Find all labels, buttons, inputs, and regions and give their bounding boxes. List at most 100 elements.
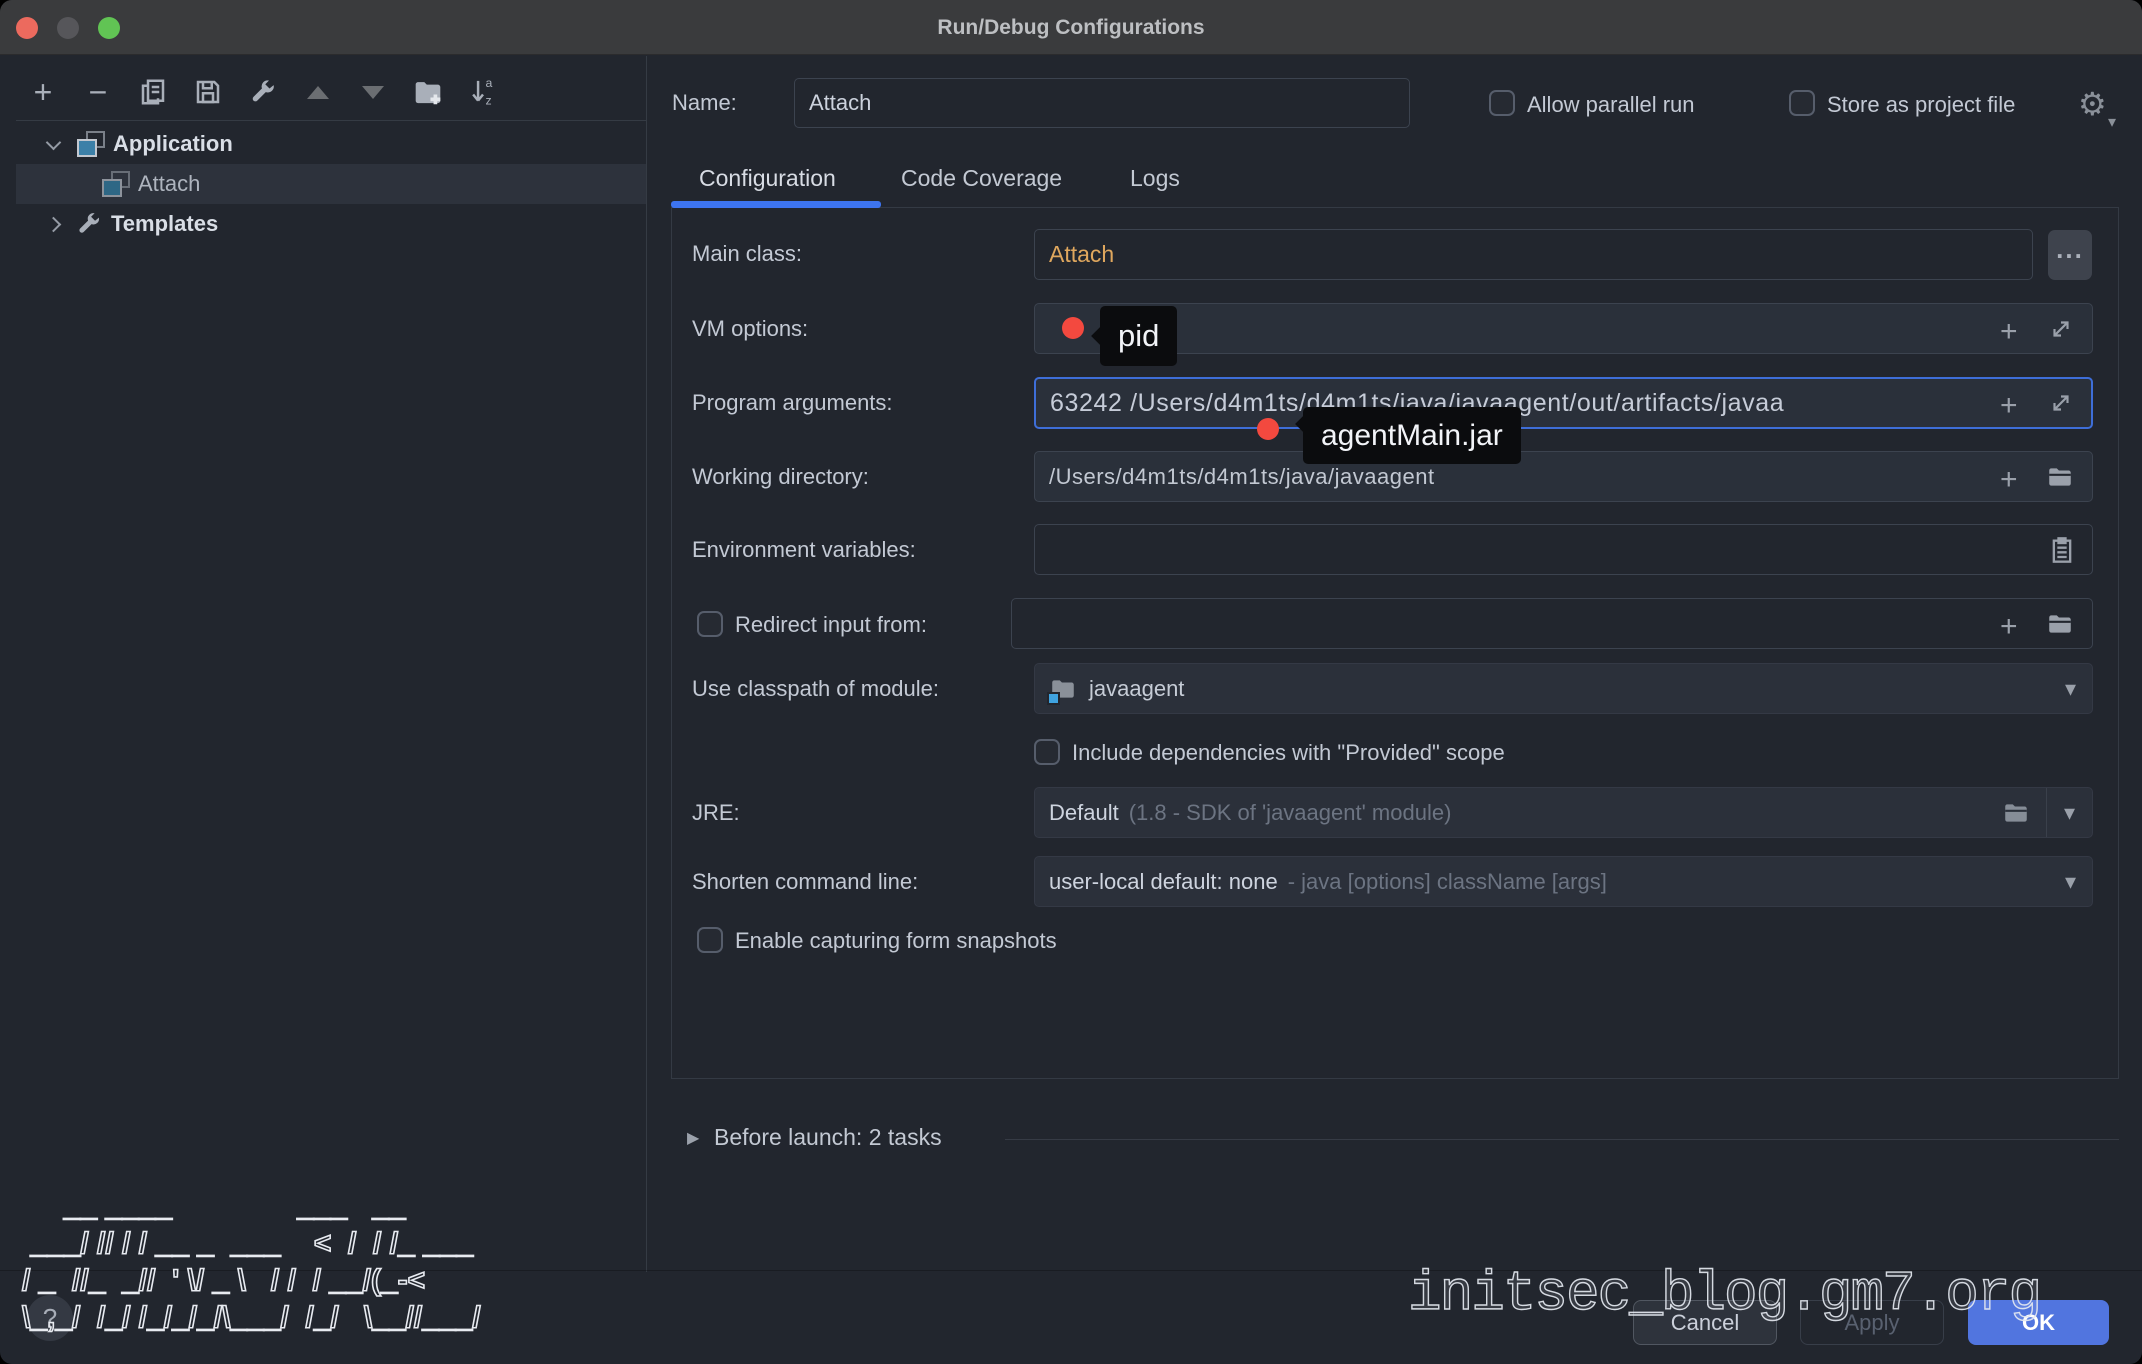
chevron-down-icon: ▾: [2065, 676, 2076, 702]
program-arguments-expand-icon[interactable]: [2048, 390, 2074, 416]
agentmain-tooltip: agentMain.jar: [1303, 407, 1521, 464]
tree-item-attach-selected[interactable]: Attach: [16, 164, 646, 204]
tree-item-application[interactable]: Application: [16, 124, 646, 164]
gear-caret-icon: ▾: [2108, 112, 2116, 132]
wrench-icon: [75, 210, 103, 238]
cancel-button[interactable]: Cancel: [1633, 1300, 1777, 1345]
jre-hint: (1.8 - SDK of 'javaagent' module): [1129, 800, 1452, 826]
copy-configuration-icon[interactable]: [134, 73, 172, 111]
module-folder-icon: [1049, 676, 1079, 702]
environment-variables-label: Environment variables:: [692, 537, 916, 563]
working-directory-add-icon[interactable]: +: [2000, 463, 2018, 497]
program-arguments-label: Program arguments:: [692, 390, 893, 416]
include-provided-checkbox[interactable]: [1034, 739, 1060, 765]
chevron-down-icon[interactable]: [46, 134, 62, 150]
vm-options-add-icon[interactable]: +: [2000, 315, 2018, 349]
agentmain-tooltip-text: agentMain.jar: [1321, 419, 1503, 453]
before-launch-divider: [1005, 1139, 2119, 1140]
include-provided-label: Include dependencies with "Provided" sco…: [1072, 740, 1505, 766]
jre-value: Default: [1049, 800, 1119, 826]
main-class-input[interactable]: Attach: [1034, 229, 2033, 280]
svg-text:z: z: [485, 93, 491, 107]
redirect-input-folder-icon[interactable]: [2046, 611, 2074, 637]
add-configuration-button[interactable]: +: [24, 73, 62, 111]
redirect-input-label: Redirect input from:: [735, 612, 927, 638]
chevron-right-icon[interactable]: [46, 216, 62, 232]
ok-button[interactable]: OK: [1968, 1300, 2109, 1345]
classpath-module-value: javaagent: [1089, 676, 1184, 702]
shorten-command-line-label: Shorten command line:: [692, 869, 918, 895]
working-directory-folder-icon[interactable]: [2046, 464, 2074, 490]
classpath-module-select[interactable]: javaagent ▾: [1034, 663, 2093, 714]
working-directory-label: Working directory:: [692, 464, 869, 490]
store-as-project-file-label: Store as project file: [1827, 92, 2015, 118]
save-configuration-icon[interactable]: [189, 73, 227, 111]
tab-code-coverage[interactable]: Code Coverage: [901, 155, 1062, 201]
main-class-label: Main class:: [692, 241, 802, 267]
jre-label: JRE:: [692, 800, 740, 826]
tree-item-templates[interactable]: Templates: [16, 204, 646, 244]
pid-tooltip-text: pid: [1118, 318, 1159, 354]
configurations-toolbar: + − az: [24, 66, 502, 118]
program-arguments-input[interactable]: 63242 /Users/d4m1ts/d4m1ts/java/javaagen…: [1034, 377, 2093, 429]
allow-parallel-run-label: Allow parallel run: [1527, 92, 1695, 118]
move-down-icon[interactable]: [354, 73, 392, 111]
vm-options-label: VM options:: [692, 316, 808, 342]
name-input[interactable]: Attach: [794, 78, 1410, 128]
redirect-input-field[interactable]: [1011, 598, 2093, 649]
move-up-icon[interactable]: [299, 73, 337, 111]
shorten-value: user-local default: none: [1049, 869, 1278, 895]
edit-templates-wrench-icon[interactable]: [244, 73, 282, 111]
shorten-hint: - java [options] className [args]: [1288, 869, 1607, 895]
before-launch-label[interactable]: Before launch: 2 tasks: [714, 1124, 942, 1151]
classpath-module-label: Use classpath of module:: [692, 676, 939, 702]
window-title: Run/Debug Configurations: [0, 0, 2142, 55]
run-debug-configurations-dialog: Run/Debug Configurations + − az Applicat…: [0, 0, 2142, 1364]
form-snapshots-checkbox[interactable]: [697, 927, 723, 953]
vm-options-annotation-dot: [1062, 317, 1084, 339]
name-label: Name:: [672, 90, 737, 116]
apply-button[interactable]: Apply: [1800, 1300, 1944, 1345]
sidebar-divider: [646, 56, 647, 1272]
store-options-gear-icon[interactable]: ⚙: [2078, 88, 2107, 120]
titlebar[interactable]: Run/Debug Configurations: [0, 0, 2142, 55]
footer-separator: [0, 1270, 2142, 1271]
active-tab-underline: [671, 201, 881, 208]
store-as-project-file-checkbox[interactable]: [1789, 90, 1815, 116]
vm-options-input[interactable]: [1034, 303, 2093, 354]
jre-dropdown-arrow[interactable]: ▾: [2046, 788, 2092, 837]
pid-tooltip: pid: [1100, 306, 1177, 366]
name-value: Attach: [809, 90, 871, 116]
main-class-value: Attach: [1049, 241, 1114, 268]
environment-variables-input[interactable]: [1034, 524, 2093, 575]
new-folder-icon[interactable]: [409, 73, 447, 111]
module-badge: [1047, 692, 1060, 705]
application-icon: [102, 171, 130, 197]
chevron-down-icon: ▾: [2065, 869, 2076, 895]
jre-select[interactable]: Default (1.8 - SDK of 'javaagent' module…: [1034, 787, 2093, 838]
environment-variables-browse-icon[interactable]: [2050, 536, 2074, 564]
jre-folder-icon[interactable]: [2002, 800, 2030, 826]
tree-item-label: Templates: [111, 211, 218, 237]
allow-parallel-run-checkbox[interactable]: [1489, 90, 1515, 116]
working-directory-input[interactable]: /Users/d4m1ts/d4m1ts/java/javaagent: [1034, 451, 2093, 502]
remove-configuration-button[interactable]: −: [79, 73, 117, 111]
redirect-input-add-icon[interactable]: +: [2000, 610, 2018, 644]
tab-logs[interactable]: Logs: [1130, 155, 1180, 201]
redirect-input-checkbox[interactable]: [697, 611, 723, 637]
application-icon: [77, 131, 105, 157]
form-snapshots-label: Enable capturing form snapshots: [735, 928, 1057, 954]
tab-configuration[interactable]: Configuration: [699, 155, 836, 201]
program-arguments-annotation-dot: [1257, 418, 1279, 440]
vm-options-expand-icon[interactable]: [2048, 316, 2074, 342]
help-button[interactable]: ?: [27, 1295, 73, 1341]
before-launch-expand-icon[interactable]: ▶: [687, 1128, 699, 1148]
configurations-tree: [16, 120, 646, 1272]
sort-alphabetically-icon[interactable]: az: [464, 73, 502, 111]
working-directory-value: /Users/d4m1ts/d4m1ts/java/javaagent: [1049, 464, 1435, 490]
shorten-command-line-select[interactable]: user-local default: none - java [options…: [1034, 856, 2093, 907]
tree-item-label: Application: [113, 131, 233, 157]
browse-main-class-button[interactable]: ...: [2048, 230, 2092, 280]
tree-item-label: Attach: [138, 171, 200, 197]
program-arguments-add-icon[interactable]: +: [2000, 389, 2018, 423]
